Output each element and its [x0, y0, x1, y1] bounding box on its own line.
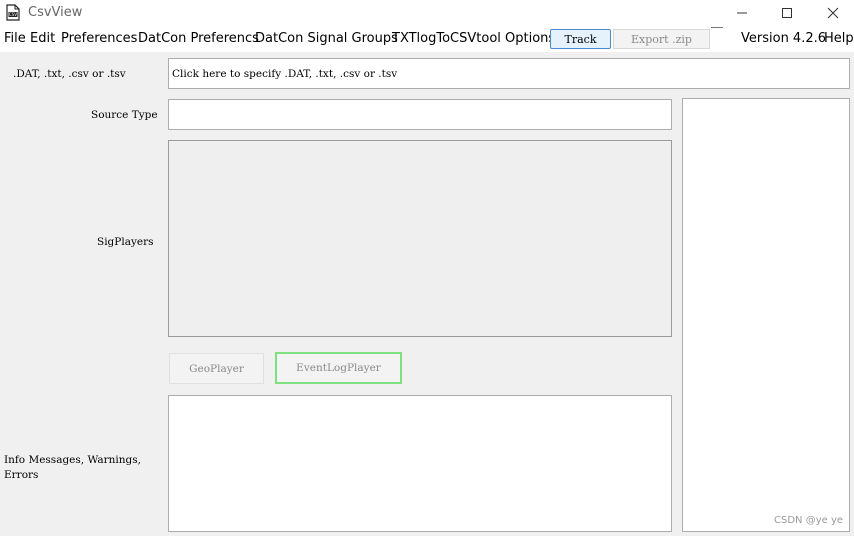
eventlogplayer-button[interactable]: EventLogPlayer	[275, 352, 402, 384]
file-label: .DAT, .txt, .csv or .tsv	[13, 68, 126, 80]
maximize-icon	[782, 8, 792, 18]
svg-text:CSV: CSV	[9, 12, 17, 17]
file-select-field[interactable]: Click here to specify .DAT, .txt, .csv o…	[168, 58, 850, 89]
window-title: CsvView	[28, 5, 83, 20]
menu-datcon-preferences[interactable]: DatCon Preferencs	[138, 31, 259, 46]
source-type-label: Source Type	[91, 109, 158, 121]
menu-preferences[interactable]: Preferences	[61, 31, 137, 46]
sigplayers-label: SigPlayers	[97, 236, 154, 248]
menu-txtlog-options[interactable]: TXTlogToCSVtool Options	[392, 31, 555, 46]
minimize-icon	[737, 12, 747, 14]
menu-edit[interactable]: Edit	[30, 31, 55, 46]
info-messages-textarea[interactable]	[168, 395, 672, 532]
sigplayers-panel	[168, 140, 672, 337]
version-label: Version 4.2.6	[741, 31, 827, 46]
toolbar-divider	[711, 27, 723, 28]
menu-datcon-signal-groups[interactable]: DatCon Signal Groups	[255, 31, 398, 46]
maximize-button[interactable]	[764, 0, 810, 26]
right-side-panel[interactable]	[682, 98, 850, 532]
watermark-text: CSDN @ye ye	[774, 515, 844, 526]
menu-help[interactable]: Help	[824, 31, 854, 46]
close-button[interactable]	[810, 0, 854, 26]
minimize-button[interactable]	[719, 0, 765, 26]
menu-file[interactable]: File	[4, 31, 26, 46]
close-icon	[827, 7, 839, 19]
source-type-field[interactable]	[168, 99, 672, 130]
csvview-document-icon: CSV	[6, 4, 20, 21]
info-messages-label: Info Messages, Warnings, Errors	[4, 454, 141, 481]
geoplayer-button[interactable]: GeoPlayer	[169, 353, 264, 384]
export-zip-button[interactable]: Export .zip	[613, 29, 710, 49]
track-button[interactable]: Track	[550, 29, 611, 49]
